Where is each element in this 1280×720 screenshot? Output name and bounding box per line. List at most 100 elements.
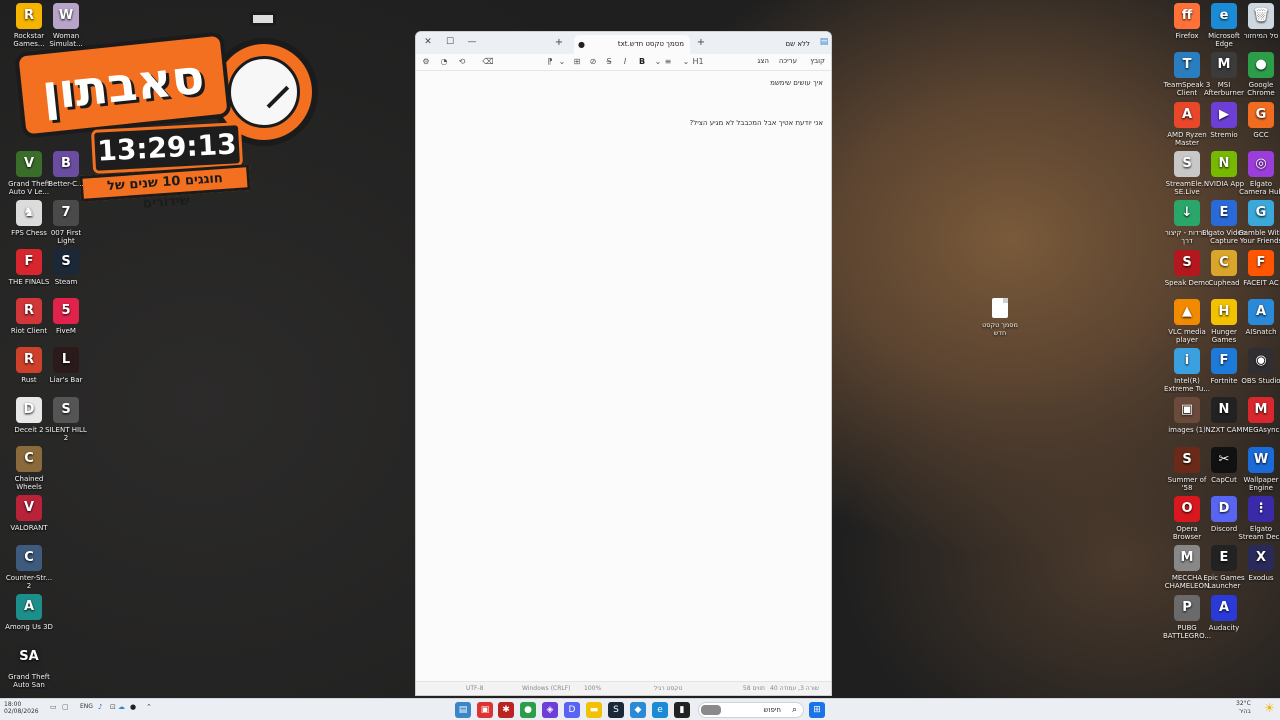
faceit-icon: F bbox=[1248, 249, 1274, 276]
app-tray-icon[interactable]: ● bbox=[130, 703, 136, 711]
desktop-icon-label: SILENT HILL 2 bbox=[45, 426, 87, 442]
status-encoding[interactable]: UTF-8 bbox=[466, 685, 484, 692]
taskbar-explorer-icon[interactable]: ▬ bbox=[586, 702, 602, 718]
taskbar-app-blue-icon[interactable]: ◆ bbox=[630, 702, 646, 718]
stream-deck-icon: ⋮ bbox=[1248, 496, 1274, 522]
taskbar-edge-icon[interactable]: e bbox=[652, 702, 668, 718]
title-bar[interactable]: ✕ ☐ — + מסמך טקסט חדש.txt ● + ללא שם ▤ bbox=[416, 32, 831, 54]
desktop-icon-cs2[interactable]: C Counter-Str... 2 bbox=[5, 545, 53, 590]
desktop-icon-among-us[interactable]: A Among Us 3D bbox=[5, 594, 53, 631]
network-icon[interactable]: ⊡ bbox=[110, 703, 116, 711]
new-tab-button[interactable]: + bbox=[552, 36, 566, 50]
taskbar-chrome-icon[interactable]: ● bbox=[520, 702, 536, 718]
table-icon[interactable]: ⊞ bbox=[571, 56, 583, 68]
chrome-icon: ● bbox=[1248, 52, 1274, 79]
taskbar-app-red-icon[interactable]: ▣ bbox=[477, 702, 493, 718]
status-zoom[interactable]: 100% bbox=[584, 685, 601, 692]
desktop-icon-stream-deck[interactable]: ⋮ Elgato Stream Deck bbox=[1237, 496, 1280, 541]
msi-afterburner-icon: M bbox=[1211, 52, 1237, 79]
desktop-icon-label: Google Chrome bbox=[1247, 81, 1275, 98]
menu-edit[interactable]: עריכה bbox=[779, 57, 797, 65]
desktop-icon-gta-sa[interactable]: SA Grand Theft Auto San An... bbox=[5, 644, 53, 689]
status-eol[interactable]: Windows (CRLF) bbox=[522, 685, 571, 692]
status-format[interactable]: טקסט רגיל bbox=[654, 685, 682, 692]
clear-format-icon[interactable]: ⌫ bbox=[482, 56, 494, 68]
desktop-icon-fivem[interactable]: 5 FiveM bbox=[42, 298, 90, 335]
desktop-icon-label: Gamble With Your Friends bbox=[1238, 229, 1280, 246]
add-tab-icon[interactable]: + bbox=[694, 36, 708, 50]
taskbar-steam-icon[interactable]: S bbox=[608, 702, 624, 718]
cloud-icon[interactable]: ☁ bbox=[118, 703, 125, 711]
desktop-icon-gcc[interactable]: G GCC bbox=[1237, 101, 1280, 139]
desktop-icon-exodus[interactable]: X Exodus bbox=[1237, 545, 1280, 582]
desktop-icon-label: Counter-Str... 2 bbox=[5, 574, 53, 590]
taskbar-terminal-icon[interactable]: ▮ bbox=[674, 702, 690, 718]
desktop-icon-label: Woman Simulat... bbox=[49, 32, 83, 48]
maximize-icon[interactable]: ☐ bbox=[440, 34, 460, 50]
desktop-text-file[interactable]: מסמך טקסט חדש bbox=[978, 298, 1022, 337]
desktop-icon-wallpaper-engine[interactable]: W Wallpaper Engine bbox=[1237, 446, 1280, 492]
italic-button[interactable]: I bbox=[619, 56, 631, 68]
heading-button[interactable]: H1 bbox=[690, 56, 706, 68]
desktop-icon-valorant[interactable]: V VALORANT bbox=[5, 495, 53, 532]
display-icon[interactable]: ▢ bbox=[62, 703, 69, 711]
desktop-icon-label: Wallpaper Engine bbox=[1243, 475, 1279, 492]
chevron-down-icon[interactable]: ⌄ bbox=[680, 56, 692, 68]
start-button[interactable]: ⊞ bbox=[809, 702, 825, 718]
tab-inactive[interactable]: ללא שם bbox=[772, 35, 816, 54]
chevron-up-icon[interactable]: ⌃ bbox=[146, 703, 152, 711]
desktop-icon-recycle-bin[interactable]: 🗑 סל המיחזור bbox=[1237, 3, 1280, 40]
taskbar-search[interactable]: חיפוש ⌕ bbox=[698, 702, 804, 718]
desktop-icon-chained-wheels[interactable]: C Chained Wheels bbox=[5, 446, 53, 491]
desktop-icon-faceit[interactable]: F FACEIT AC bbox=[1237, 249, 1280, 287]
desktop-icon-woman-simulator[interactable]: W Woman Simulat... bbox=[42, 3, 90, 48]
desktop-icon-007[interactable]: 7 007 First Light bbox=[42, 200, 90, 245]
chevron-down-icon[interactable]: ⌄ bbox=[652, 56, 664, 68]
chevron-down-icon[interactable]: ⌄ bbox=[556, 56, 568, 68]
desktop-icon-audacity[interactable]: A Audacity bbox=[1200, 594, 1248, 632]
gear-icon[interactable]: ⚙ bbox=[420, 56, 432, 68]
bold-button[interactable]: B bbox=[636, 56, 648, 68]
menu-file[interactable]: קובץ bbox=[810, 57, 825, 65]
desktop-icon-elgato-camera[interactable]: ◎ Elgato Camera Hub bbox=[1237, 150, 1280, 196]
notification-icon[interactable]: ▭ bbox=[50, 703, 57, 711]
desktop-icon-silent-hill[interactable]: S SILENT HILL 2 bbox=[42, 397, 90, 442]
weather-info[interactable]: 32°C בהיר bbox=[1236, 700, 1251, 716]
tab-active[interactable]: מסמך טקסט חדש.txt ● bbox=[574, 35, 690, 54]
taskbar-app-purple-icon[interactable]: ◈ bbox=[542, 702, 558, 718]
taskbar-notepad-icon[interactable]: ▤ bbox=[455, 702, 471, 718]
link-icon[interactable]: ⊘ bbox=[587, 56, 599, 68]
text-file-icon bbox=[992, 298, 1008, 318]
menu-view[interactable]: הצג bbox=[757, 57, 769, 65]
copilot-icon[interactable]: ⟲ bbox=[456, 56, 468, 68]
desktop-icon-liars-bar[interactable]: L Liar's Bar bbox=[42, 347, 90, 384]
betterc-icon: B bbox=[53, 151, 79, 177]
minimize-icon[interactable]: — bbox=[462, 34, 482, 50]
desktop-icon-megasync[interactable]: M MEGAsync bbox=[1237, 397, 1280, 434]
menu-bar: קובץ עריכה הצג H1 ⌄ ≡ ⌄ B I S̶ ⊘ ⊞ ⌄ ⁋ ⌫… bbox=[416, 54, 831, 70]
taskbar-app-bug-icon[interactable]: ✱ bbox=[498, 702, 514, 718]
desktop-icon-steam[interactable]: S Steam bbox=[42, 249, 90, 286]
strikethrough-icon[interactable]: S̶ bbox=[603, 56, 615, 68]
desktop-icon-label: OBS Studio bbox=[1241, 377, 1280, 386]
desktop-icon-betterc[interactable]: B Better-C... bbox=[42, 151, 90, 188]
desktop-icon-obs[interactable]: ◉ OBS Studio bbox=[1237, 348, 1280, 385]
gamble-icon: G bbox=[1248, 200, 1274, 227]
notepad-window[interactable]: ✕ ☐ — + מסמך טקסט חדש.txt ● + ללא שם ▤ ק… bbox=[415, 31, 832, 696]
valorant-icon: V bbox=[16, 495, 42, 521]
text-editor[interactable]: איך עושים שימשמ אני יודעת אטיך אבל המכבב… bbox=[416, 70, 831, 680]
taskbar-discord-icon[interactable]: D bbox=[564, 702, 580, 718]
account-icon[interactable]: ◔ bbox=[438, 56, 450, 68]
desktop-icon-gamble[interactable]: G Gamble With Your Friends bbox=[1237, 200, 1280, 245]
microphone-icon[interactable]: ♪ bbox=[98, 703, 102, 711]
megasync-icon: M bbox=[1248, 397, 1274, 424]
desktop-icon-chrome[interactable]: ● Google Chrome bbox=[1237, 52, 1280, 97]
status-chars: 58 תווים bbox=[742, 685, 765, 692]
language-indicator[interactable]: ENG bbox=[80, 703, 93, 710]
desktop-icon-label: VALORANT bbox=[10, 524, 48, 532]
formatting-icon[interactable]: ⁋ bbox=[544, 56, 556, 68]
desktop-icon-aisnatch[interactable]: A AISnatch bbox=[1237, 298, 1280, 336]
weather-widget[interactable]: 18:00 02/08/2026 bbox=[4, 701, 39, 715]
silent-hill-icon: S bbox=[53, 397, 79, 423]
close-icon[interactable]: ✕ bbox=[418, 34, 438, 50]
